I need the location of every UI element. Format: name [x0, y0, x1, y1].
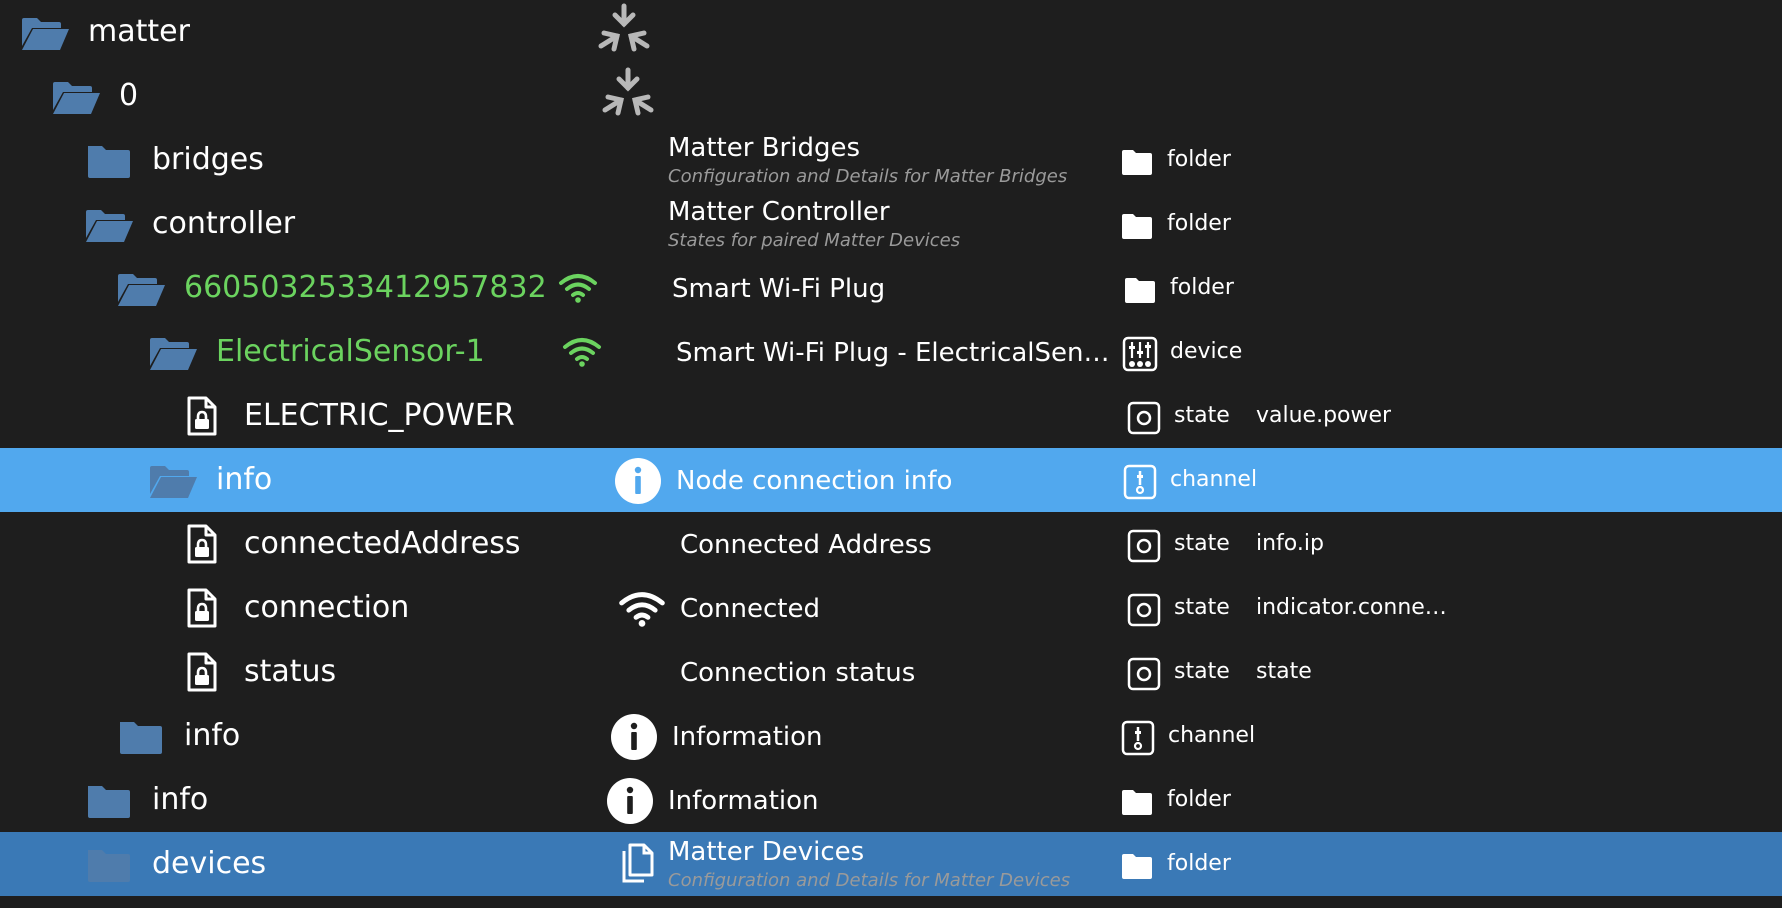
channel-type-icon: [1120, 720, 1156, 756]
node-subtitle: States for paired Matter Devices: [668, 230, 961, 251]
node-name: matter: [88, 14, 190, 49]
node-type: device: [1170, 339, 1243, 364]
node-name: controller: [152, 206, 296, 241]
node-type: channel: [1168, 723, 1256, 748]
node-name: connectedAddress: [244, 526, 521, 561]
node-name: 0: [119, 78, 139, 113]
bottom-strip: [0, 896, 1782, 908]
folder-open-icon: [51, 80, 101, 116]
node-name: ELECTRIC_POWER: [244, 398, 515, 433]
node-role: indicator.connected: [1256, 595, 1456, 620]
file-lock-icon: [186, 652, 218, 692]
node-type: state: [1174, 595, 1230, 620]
node-type: state: [1174, 403, 1230, 428]
file-lock-icon: [186, 588, 218, 628]
folder-type-icon: [1119, 784, 1155, 820]
node-title: Smart Wi-Fi Plug: [672, 274, 886, 304]
state-type-icon: [1126, 528, 1162, 564]
node-type: state: [1174, 531, 1230, 556]
node-type: folder: [1167, 851, 1231, 876]
device-type-icon: [1122, 336, 1158, 372]
node-role: info.ip: [1256, 531, 1324, 556]
tree-row[interactable]: bridges Matter Bridges Configuration and D…: [0, 128, 1782, 192]
node-title: Matter Controller: [668, 197, 890, 227]
node-type: folder: [1167, 787, 1231, 812]
state-type-icon: [1126, 400, 1162, 436]
node-name: ElectricalSensor-1: [216, 334, 485, 369]
state-type-icon: [1126, 592, 1162, 628]
tree-row[interactable]: info Information channel: [0, 704, 1782, 768]
node-type: folder: [1167, 211, 1231, 236]
node-name: connection: [244, 590, 410, 625]
info-icon: [614, 457, 662, 505]
folder-open-icon: [116, 272, 166, 308]
node-type: folder: [1167, 147, 1231, 172]
file-lock-icon: [186, 396, 218, 436]
wifi-icon: [559, 274, 597, 303]
node-name: info: [184, 718, 241, 753]
tree-row[interactable]: ELECTRIC_POWER state value.power: [0, 384, 1782, 448]
folder-closed-icon: [84, 848, 134, 884]
wifi-icon: [619, 592, 665, 627]
tree-row[interactable]: matter: [0, 0, 1782, 64]
node-name: status: [244, 654, 337, 689]
node-title: Information: [668, 786, 819, 816]
matter-logo-icon: [594, 2, 654, 62]
node-role: value.power: [1256, 403, 1392, 428]
node-name: devices: [152, 846, 267, 881]
node-title: Connected Address: [680, 530, 932, 560]
folder-open-icon: [84, 208, 134, 244]
folder-open-icon: [148, 464, 198, 500]
node-title: Connection status: [680, 658, 916, 688]
node-type: folder: [1170, 275, 1234, 300]
folder-closed-icon: [116, 720, 166, 756]
folder-type-icon: [1119, 848, 1155, 884]
tree-row[interactable]: info Node connection info channel: [0, 448, 1782, 512]
state-type-icon: [1126, 656, 1162, 692]
node-title: Node connection info: [676, 466, 953, 496]
info-icon: [606, 777, 654, 825]
channel-type-icon: [1122, 464, 1158, 500]
tree-row[interactable]: info Information folder: [0, 768, 1782, 832]
node-name: info: [152, 782, 209, 817]
file-lock-icon: [186, 524, 218, 564]
tree-row[interactable]: connection Connected state indicator.connec…: [0, 576, 1782, 640]
copy-icon: [610, 841, 658, 889]
folder-open-icon: [20, 16, 70, 52]
info-icon: [610, 713, 658, 761]
node-type: channel: [1170, 467, 1258, 492]
node-role: state: [1256, 659, 1312, 684]
node-title: Connected: [680, 594, 821, 624]
node-name: 6605032533412957832: [184, 270, 547, 305]
node-subtitle: Configuration and Details for Matter Dev…: [668, 870, 1071, 891]
node-title: Matter Bridges: [668, 133, 861, 163]
tree-row[interactable]: 0: [0, 64, 1782, 128]
node-title: Matter Devices: [668, 837, 865, 867]
folder-type-icon: [1119, 144, 1155, 180]
node-title: Information: [672, 722, 823, 752]
node-name: info: [216, 462, 273, 497]
tree-row[interactable]: connectedAddress Connected Address state in…: [0, 512, 1782, 576]
tree-row[interactable]: 6605032533412957832 Smart Wi-Fi Plug folde…: [0, 256, 1782, 320]
folder-type-icon: [1119, 208, 1155, 244]
tree-row[interactable]: controller Matter Controller States for pa…: [0, 192, 1782, 256]
folder-closed-icon: [84, 784, 134, 820]
tree-row[interactable]: devices Matter Devices Configuration and D…: [0, 832, 1782, 896]
wifi-icon: [563, 338, 601, 367]
tree-row[interactable]: ElectricalSensor-1 Smart Wi-Fi Plug - Ele…: [0, 320, 1782, 384]
folder-closed-icon: [84, 144, 134, 180]
node-name: bridges: [152, 142, 264, 177]
matter-logo-icon: [598, 66, 658, 126]
node-title: Smart Wi-Fi Plug - ElectricalSensor-1: [676, 338, 1114, 368]
folder-type-icon: [1122, 272, 1158, 308]
folder-open-icon: [148, 336, 198, 372]
node-type: state: [1174, 659, 1230, 684]
node-subtitle: Configuration and Details for Matter Bri…: [668, 166, 1068, 187]
tree-row[interactable]: status Connection status state state: [0, 640, 1782, 704]
